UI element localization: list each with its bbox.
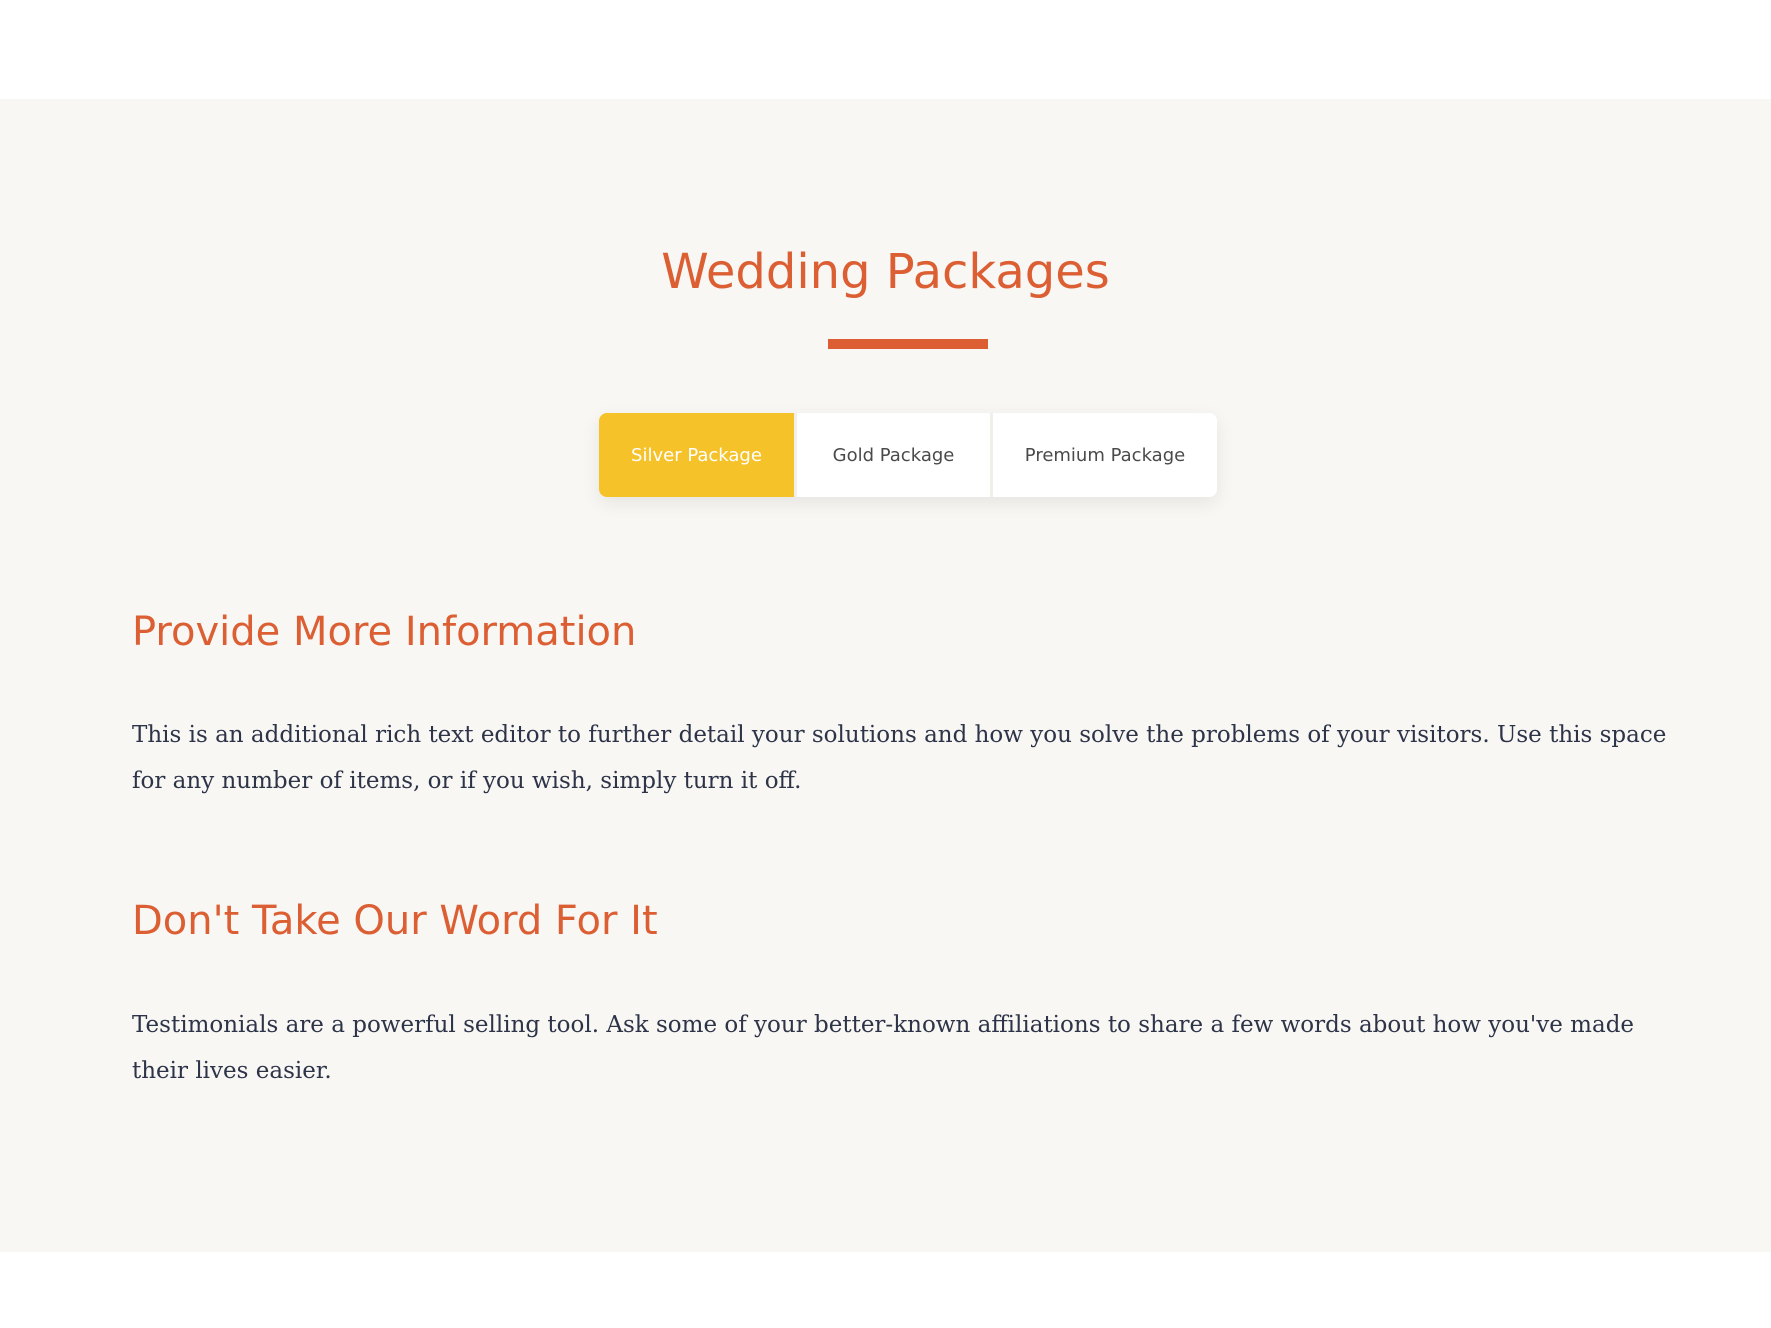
tab-silver-package[interactable]: Silver Package [599, 413, 794, 497]
tab-premium-package[interactable]: Premium Package [990, 413, 1217, 497]
info-heading: Provide More Information [132, 609, 637, 655]
info-paragraph: This is an additional rich text editor t… [132, 722, 1667, 794]
package-tabs: Silver Package Gold Package Premium Pack… [599, 413, 1217, 497]
title-underline [828, 339, 988, 349]
testimonials-heading: Don't Take Our Word For It [132, 898, 658, 944]
section-title: Wedding Packages [661, 244, 1110, 300]
tab-gold-package[interactable]: Gold Package [794, 413, 990, 497]
testimonials-paragraph: Testimonials are a powerful selling tool… [132, 1012, 1635, 1084]
wedding-packages-section: Wedding Packages Silver Package Gold Pac… [0, 99, 1771, 1252]
